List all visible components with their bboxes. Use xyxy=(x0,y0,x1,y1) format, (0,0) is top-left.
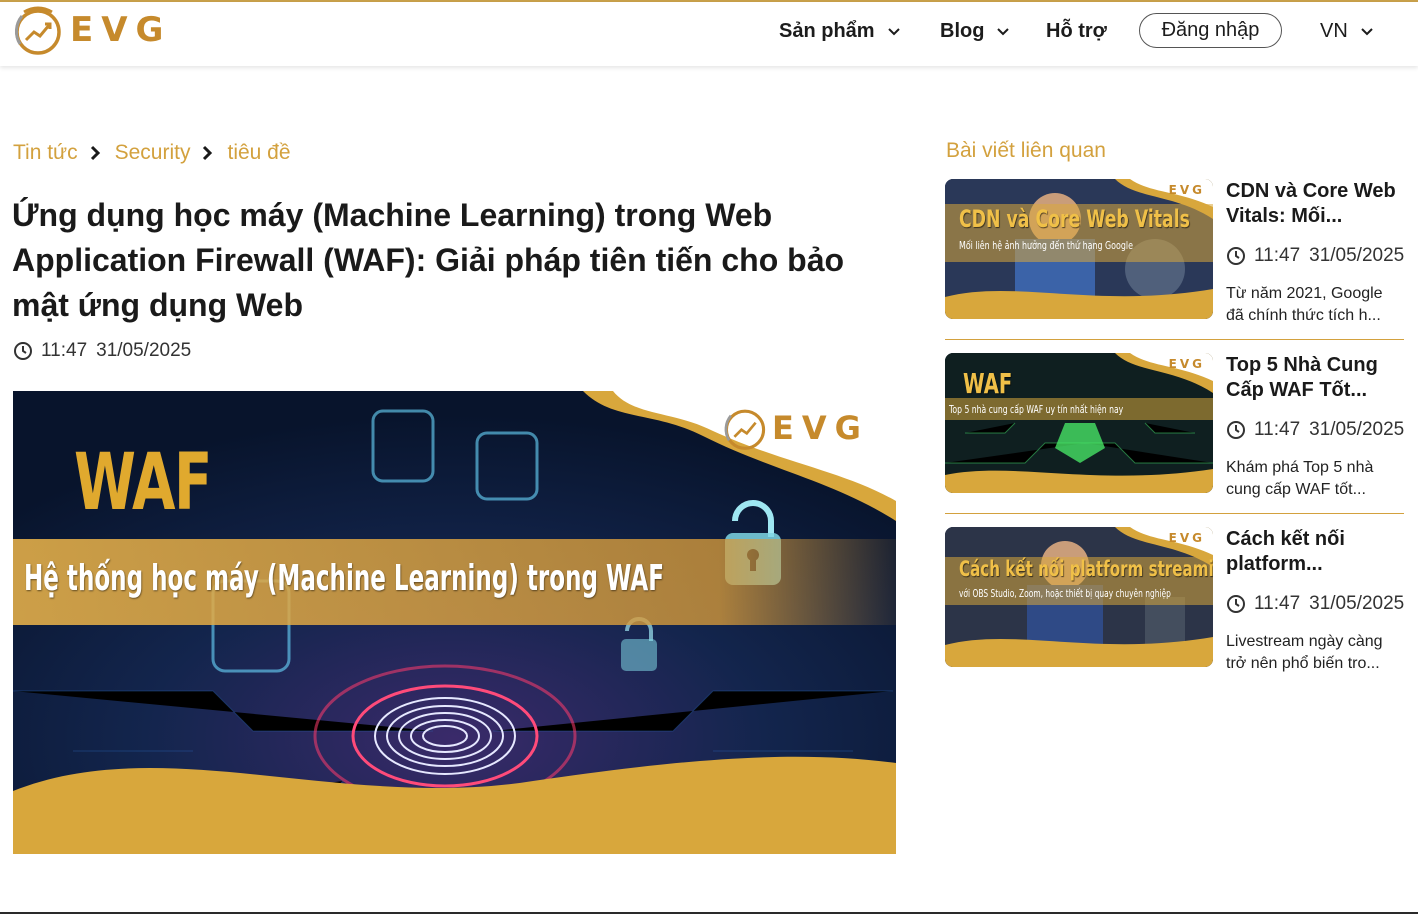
nav-support-label: Hỗ trợ xyxy=(1046,19,1107,42)
related-post-meta: 11:47 31/05/2025 xyxy=(1226,419,1404,441)
thumbnail-title: CDN và Core Web Vitals xyxy=(959,205,1190,233)
breadcrumb-item-news[interactable]: Tin tức xyxy=(13,141,78,165)
thumbnail-subtitle: với OBS Studio, Zoom, hoặc thiết bị quay… xyxy=(959,587,1171,600)
related-post-thumbnail[interactable]: EVG Cách kết nối platform streaming với … xyxy=(945,527,1213,667)
related-post-excerpt: Khám phá Top 5 nhà cung cấp WAF tốt... xyxy=(1226,459,1374,498)
breadcrumb: Tin tức Security tiêu đề xyxy=(13,139,291,167)
related-post-title[interactable]: Top 5 Nhà Cung Cấp WAF Tốt... xyxy=(1226,353,1404,403)
clock-icon xyxy=(1227,247,1245,265)
chevron-right-icon xyxy=(203,145,213,161)
language-selector[interactable]: VN xyxy=(1320,14,1374,48)
thumbnail-logo: EVG xyxy=(1168,531,1205,545)
related-post-excerpt: Từ năm 2021, Google đã chính thức tích h… xyxy=(1226,285,1383,324)
article-date: 31/05/2025 xyxy=(96,340,192,361)
thumbnail-subtitle: Mối liên hệ ảnh hưởng đến thứ hạng Googl… xyxy=(959,239,1133,252)
card-divider xyxy=(945,339,1404,340)
thumbnail-subtitle: Top 5 nhà cung cấp WAF uy tín nhất hiện … xyxy=(949,403,1124,416)
article-hero-image: EVG WAF Hệ thống học máy (Machine Learni… xyxy=(13,391,896,854)
thumbnail-title: WAF xyxy=(963,367,1013,400)
article-meta: 11:47 31/05/2025 xyxy=(13,340,191,362)
logo-mark-icon xyxy=(724,409,766,450)
related-post-thumbnail[interactable]: EVG WAF Top 5 nhà cung cấp WAF uy tín nh… xyxy=(945,353,1213,493)
related-post-card[interactable]: EVG Cách kết nối platform streaming với … xyxy=(945,527,1405,679)
chevron-down-icon xyxy=(887,27,900,35)
hero-logo: EVG xyxy=(722,405,869,451)
related-post-card[interactable]: EVG WAF Top 5 nhà cung cấp WAF uy tín nh… xyxy=(945,353,1405,514)
breadcrumb-item-security[interactable]: Security xyxy=(115,141,191,165)
related-post-meta: 11:47 31/05/2025 xyxy=(1226,245,1404,267)
nav-blog-label: Blog xyxy=(940,19,985,42)
clock-icon xyxy=(14,342,32,360)
breadcrumb-item-current[interactable]: tiêu đề xyxy=(227,141,290,165)
chevron-down-icon xyxy=(997,27,1010,35)
related-post-title[interactable]: CDN và Core Web Vitals: Mối... xyxy=(1226,179,1404,229)
article-title: Ứng dụng học máy (Machine Learning) tron… xyxy=(12,197,845,323)
related-post-card[interactable]: EVG CDN và Core Web Vitals Mối liên hệ ả… xyxy=(945,179,1405,340)
related-post-title[interactable]: Cách kết nối platform... xyxy=(1226,527,1404,577)
chevron-right-icon xyxy=(90,145,100,161)
clock-icon xyxy=(1227,595,1245,613)
related-post-date: 31/05/2025 xyxy=(1309,419,1405,440)
related-post-time: 11:47 xyxy=(1254,419,1301,440)
card-divider xyxy=(945,513,1404,514)
logo-mark-icon xyxy=(14,6,61,55)
related-post-date: 31/05/2025 xyxy=(1309,593,1405,614)
hero-headline: WAF xyxy=(74,438,212,528)
related-post-thumbnail[interactable]: EVG CDN và Core Web Vitals Mối liên hệ ả… xyxy=(945,179,1213,319)
related-post-time: 11:47 xyxy=(1254,593,1301,614)
related-post-date: 31/05/2025 xyxy=(1309,245,1405,266)
clock-icon xyxy=(1227,421,1245,439)
nav-products-label: Sản phẩm xyxy=(779,19,875,42)
login-button[interactable]: Đăng nhập xyxy=(1139,13,1282,48)
nav-support[interactable]: Hỗ trợ xyxy=(1046,14,1107,48)
chevron-down-icon xyxy=(1361,27,1373,35)
related-post-meta: 11:47 31/05/2025 xyxy=(1226,593,1404,615)
language-label: VN xyxy=(1320,19,1348,42)
thumbnail-logo: EVG xyxy=(1168,357,1205,371)
related-post-excerpt: Livestream ngày càng trở nên phổ biến tr… xyxy=(1226,633,1383,672)
site-logo[interactable]: EVG xyxy=(12,4,171,56)
thumbnail-title: Cách kết nối platform streaming xyxy=(959,557,1213,581)
related-post-time: 11:47 xyxy=(1254,245,1301,266)
article-time: 11:47 xyxy=(41,340,88,361)
hero-logo-text: EVG xyxy=(772,409,869,447)
nav-blog[interactable]: Blog xyxy=(940,14,1010,48)
site-header: EVG Sản phẩm Blog Hỗ trợ Đăng nhập VN xyxy=(0,2,1418,66)
hero-banner-text: Hệ thống học máy (Machine Learning) tron… xyxy=(24,558,664,599)
logo-text: EVG xyxy=(70,10,172,50)
thumbnail-logo: EVG xyxy=(1168,183,1205,197)
related-posts-heading: Bài viết liên quan xyxy=(946,139,1106,162)
nav-products[interactable]: Sản phẩm xyxy=(779,14,901,48)
